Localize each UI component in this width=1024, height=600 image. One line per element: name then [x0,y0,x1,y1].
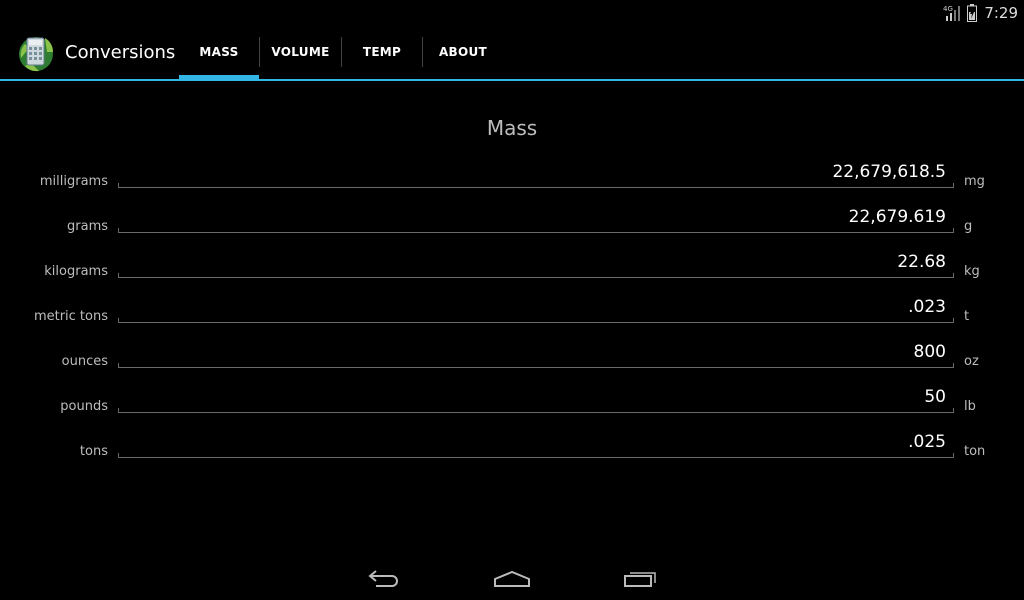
row-label: pounds [60,399,108,414]
conversion-row-pounds: pounds 50 lb [0,385,1024,430]
signal-icon: 4G [943,5,961,21]
tab-about[interactable]: ABOUT [423,25,503,79]
row-value[interactable]: 50 [924,387,946,407]
row-unit: g [964,219,973,234]
ounces-input[interactable]: 800 [118,340,954,368]
row-value[interactable]: 22,679,618.5 [832,162,946,182]
recent-apps-icon[interactable] [621,562,661,592]
conversion-row-grams: grams 22,679.619 g [0,205,1024,250]
row-label: milligrams [39,174,108,189]
pounds-input[interactable]: 50 [118,385,954,413]
row-value[interactable]: .025 [908,432,946,452]
row-value[interactable]: 22.68 [897,252,946,272]
status-time: 7:29 [984,3,1018,22]
tab-mass[interactable]: MASS [179,25,259,80]
row-unit: lb [964,399,976,414]
row-label: metric tons [33,309,108,324]
network-type-label: 4G [943,5,953,13]
row-label: grams [67,219,108,234]
action-bar-underline [0,79,1024,81]
row-unit: ton [964,444,986,459]
conversion-row-tons: tons .025 ton [0,430,1024,475]
status-indicators: 4G 7:29 [943,2,1018,23]
app-logo-icon[interactable] [15,32,57,74]
row-value[interactable]: 800 [914,342,946,362]
kilograms-input[interactable]: 22.68 [118,250,954,278]
conversion-row-ounces: ounces 800 oz [0,340,1024,385]
row-label: tons [79,444,108,459]
grams-input[interactable]: 22,679.619 [118,205,954,233]
app-title: Conversions [65,42,176,63]
metric-tons-input[interactable]: .023 [118,295,954,323]
tons-input[interactable]: .025 [118,430,954,458]
tab-bar: MASS VOLUME TEMP ABOUT [179,25,503,80]
section-title: Mass [486,116,538,140]
conversion-row-metric-tons: metric tons .023 t [0,295,1024,340]
milligrams-input[interactable]: 22,679,618.5 [118,160,954,188]
row-unit: mg [964,174,985,189]
tab-temp[interactable]: TEMP [342,25,422,79]
back-icon[interactable] [364,562,404,592]
row-label: ounces [61,354,108,369]
tab-volume[interactable]: VOLUME [260,25,341,79]
conversion-row-kilograms: kilograms 22.68 kg [0,250,1024,295]
action-bar: Conversions MASS VOLUME TEMP ABOUT [0,25,1024,81]
status-bar: 4G 7:29 [0,0,1024,25]
home-icon[interactable] [492,562,532,592]
system-nav-bar [0,552,1024,600]
row-label: kilograms [44,264,108,279]
row-value[interactable]: .023 [908,297,946,317]
row-unit: oz [964,354,979,369]
row-unit: kg [964,264,980,279]
row-unit: t [964,309,970,324]
conversion-list: milligrams 22,679,618.5 mg grams 22,679.… [0,160,1024,475]
battery-icon [967,3,978,22]
conversion-row-milligrams: milligrams 22,679,618.5 mg [0,160,1024,205]
row-value[interactable]: 22,679.619 [849,207,946,227]
